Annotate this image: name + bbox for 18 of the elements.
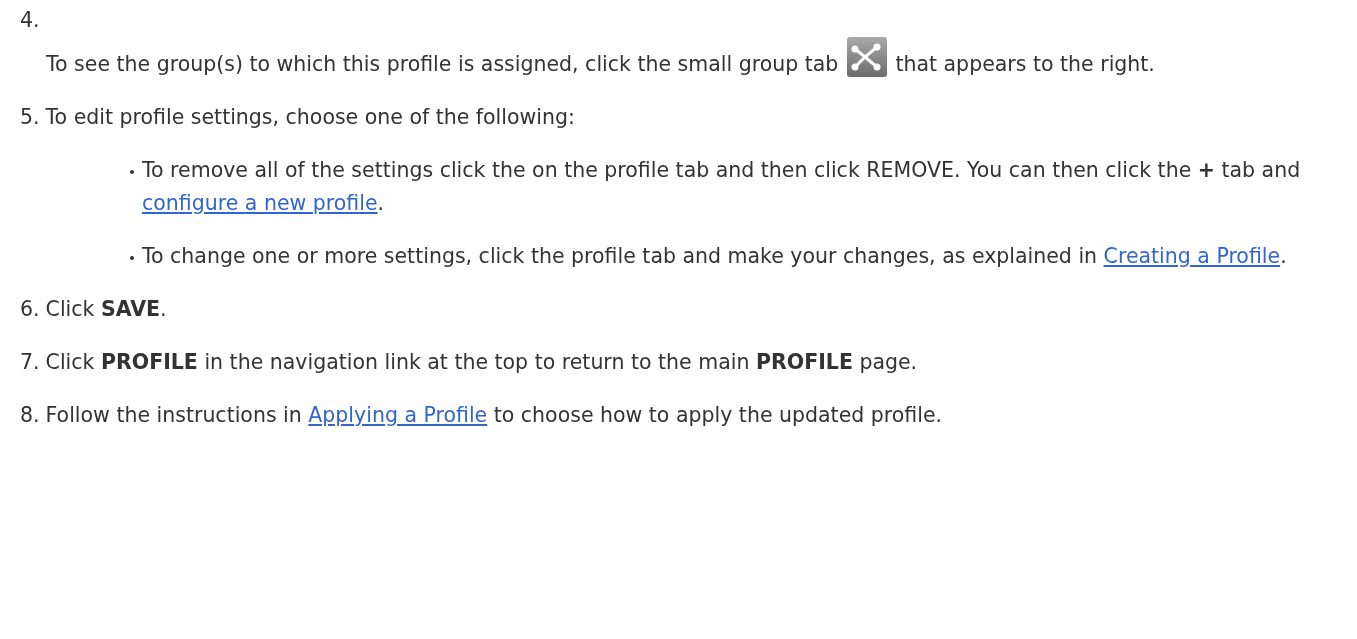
bullet-icon <box>130 170 134 174</box>
network-icon <box>846 37 887 77</box>
step-number: 6. <box>20 296 40 323</box>
step-number: 4. <box>20 7 41 34</box>
step-number: 8. <box>20 402 40 429</box>
bullet-text: To change one or more settings, click the profile tab and make your changes, as explained in Creating a Profile. <box>142 243 1287 270</box>
step-text: Click SAVE. <box>45 296 167 323</box>
step-text: To see the group(s) to which this profile is assigned, click the small group tab that appears to the right. <box>46 37 1340 81</box>
bullet-text: To remove all of the settings click the on the profile tab and then click REMOVE. You can then click the + tab and configure a new profile. <box>142 157 1302 217</box>
link[interactable]: configure a new profile <box>142 191 378 215</box>
link[interactable]: Creating a Profile <box>1103 244 1281 268</box>
step-text: To edit profile settings, choose one of the following: <box>45 104 575 131</box>
step-text: Follow the instructions in Applying a Profile to choose how to apply the updated profile. <box>45 402 943 429</box>
link[interactable]: Applying a Profile <box>308 403 488 427</box>
step-text: Click PROFILE in the navigation link at the top to return to the main PROFILE page. <box>45 349 918 376</box>
bullet-icon <box>130 256 134 260</box>
step-number: 7. <box>20 349 40 376</box>
step-number: 5. <box>20 104 40 131</box>
